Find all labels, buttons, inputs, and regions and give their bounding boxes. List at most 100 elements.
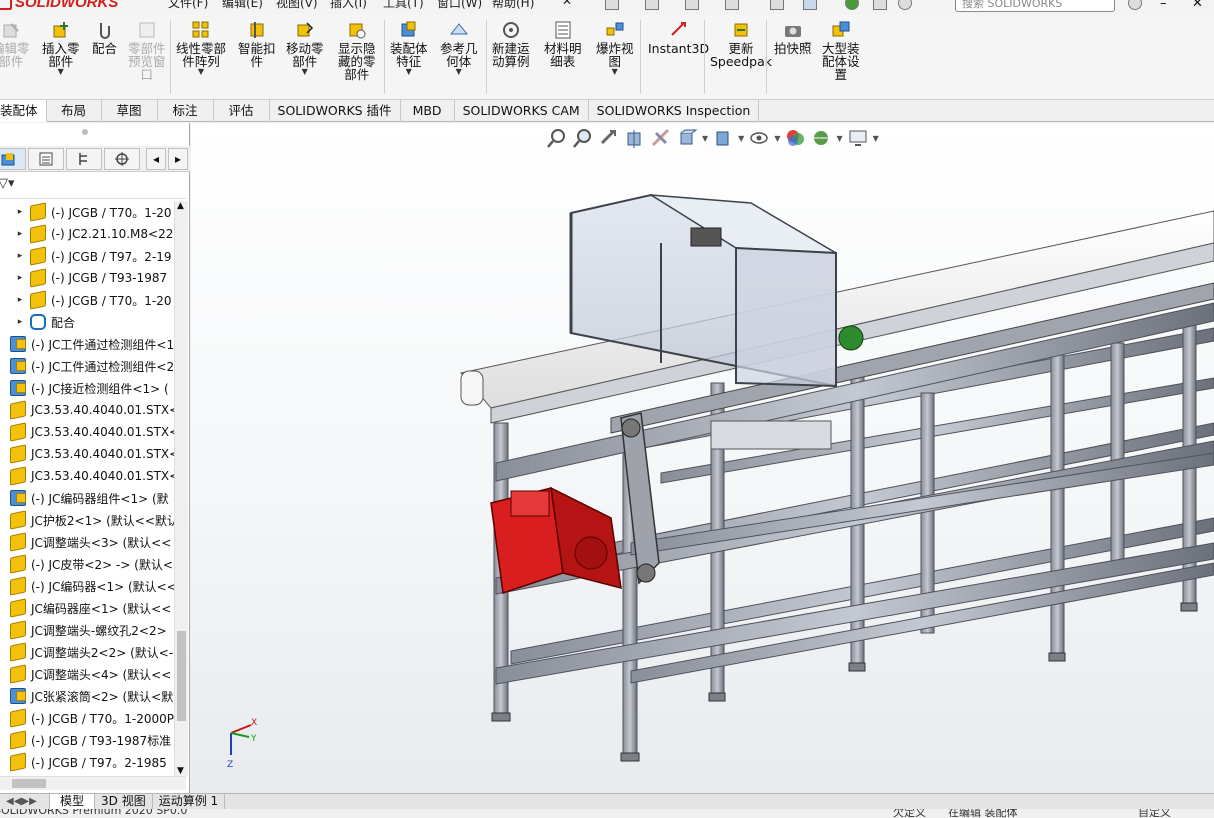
search-input[interactable]: 搜索 SOLIDWORKS	[955, 0, 1115, 12]
assembly-feature-button[interactable]: 装配体 特征 ▼	[390, 20, 428, 76]
tree-item[interactable]: (-) JC接近检测组件<1> (	[10, 377, 169, 399]
tree-item[interactable]: (-) JCGB / T97。2-1985	[10, 751, 167, 773]
filter-icon[interactable]: ▽▾	[0, 176, 15, 191]
menu-edit[interactable]: 编辑(E)	[222, 0, 263, 11]
component-preview-button[interactable]: 零部件 预览窗 口	[128, 20, 166, 81]
feature-tree-tab-icon[interactable]	[0, 148, 26, 170]
tab-3d-view[interactable]: 3D 视图	[95, 793, 153, 810]
tree-item[interactable]: (-) JC工件通过检测组件<2	[10, 355, 174, 377]
exploded-view-button[interactable]: 爆炸视 图 ▼	[596, 20, 634, 76]
tree-item[interactable]: JC3.53.40.4040.01.STX<	[10, 465, 176, 487]
scroll-thumb[interactable]	[177, 631, 186, 721]
tab-model[interactable]: 模型	[50, 793, 96, 810]
scroll-up-icon[interactable]: ▲	[177, 201, 184, 211]
expand-arrow-icon[interactable]: ▸	[16, 207, 24, 217]
smart-fastener-button[interactable]: 智能扣 件	[238, 20, 276, 68]
tree-item[interactable]: ▸ (-) JC2.21.10.M8<22	[16, 223, 173, 245]
tab-scroll-arrows-icon[interactable]: ◀◀▶▶	[0, 793, 50, 810]
menu-file[interactable]: 文件(F)	[168, 0, 208, 11]
tree-item[interactable]: ▸ (-) JCGB / T93-1987	[16, 267, 167, 289]
save-icon[interactable]	[685, 0, 699, 10]
chevron-down-icon[interactable]: ▼	[198, 68, 204, 76]
file-properties-icon[interactable]	[873, 0, 887, 10]
tree-item[interactable]: JC调整端头<3> (默认<<	[10, 531, 171, 553]
tree-item[interactable]: ▸ (-) JCGB / T70。1-20	[16, 289, 171, 311]
chevron-down-icon[interactable]: ▼	[406, 68, 412, 76]
tree-horizontal-scrollbar[interactable]	[0, 776, 186, 790]
conveyor-3d-model[interactable]: Z X Y	[191, 123, 1214, 793]
tab-mbd[interactable]: MBD	[401, 100, 455, 122]
tree-item[interactable]: JC3.53.40.4040.01.STX<	[10, 421, 176, 443]
tree-item[interactable]: (-) JC编码器<1> (默认<<	[10, 575, 176, 597]
chevron-down-icon[interactable]: ▼	[302, 68, 308, 76]
tabs-scroll-left-icon[interactable]: ◂	[146, 148, 166, 170]
tree-item[interactable]: JC3.53.40.4040.01.STX<	[10, 443, 176, 465]
instant3d-button[interactable]: Instant3D	[648, 20, 709, 55]
tree-item[interactable]: JC调整端头<4> (默认<<	[10, 663, 171, 685]
new-motion-study-button[interactable]: 新建运 动算例	[492, 20, 530, 68]
tree-item[interactable]: JC张紧滚筒<2> (默认<默	[10, 685, 173, 707]
menu-view[interactable]: 视图(V)	[276, 0, 318, 11]
pin-icon[interactable]: ✕	[562, 0, 572, 8]
tab-layout[interactable]: 布局	[47, 100, 102, 122]
tree-item[interactable]: (-) JCGB / T70。1-2000P	[10, 707, 174, 729]
linear-pattern-button[interactable]: 线性零部 件阵列 ▼	[176, 20, 226, 76]
tree-item[interactable]: (-) JC工件通过检测组件<1	[10, 333, 174, 355]
new-document-icon[interactable]	[605, 0, 619, 10]
tree-item[interactable]: JC调整端头2<2> (默认<-	[10, 641, 173, 663]
tree-item[interactable]: JC调整端头-螺纹孔2<2>	[10, 619, 167, 641]
menu-insert[interactable]: 插入(I)	[330, 0, 367, 11]
tree-item[interactable]: (-) JC编码器组件<1> (默	[10, 487, 169, 509]
tab-assembly[interactable]: 装配体	[0, 100, 47, 122]
tree-vertical-scrollbar[interactable]: ▲ ▼	[174, 201, 188, 776]
expand-arrow-icon[interactable]: ▸	[16, 295, 24, 305]
tree-item[interactable]: ▸ (-) JCGB / T97。2-19	[16, 245, 171, 267]
user-icon[interactable]	[1128, 0, 1142, 10]
tree-item[interactable]: ▸ (-) JCGB / T70。1-20	[16, 201, 171, 223]
tab-sketch[interactable]: 草图	[102, 100, 158, 122]
minimize-icon[interactable]: –	[1160, 0, 1174, 11]
reference-geometry-button[interactable]: 参考几 何体 ▼	[440, 20, 478, 76]
rebuild-icon[interactable]	[845, 0, 859, 10]
tree-item[interactable]: JC编码器座<1> (默认<<	[10, 597, 171, 619]
tab-solidworks-cam[interactable]: SOLIDWORKS CAM	[455, 100, 589, 122]
tree-item[interactable]: (-) JC皮带<2> -> (默认<	[10, 553, 173, 575]
open-icon[interactable]	[645, 0, 659, 10]
expand-arrow-icon[interactable]: ▸	[16, 317, 24, 327]
take-snapshot-button[interactable]: 拍快照	[774, 20, 812, 55]
status-units[interactable]: 自定义	[1138, 809, 1171, 818]
large-assembly-settings-button[interactable]: 大型装 配体设 置	[822, 20, 860, 81]
tree-item[interactable]: (-) JCGB / T93-1987标准	[10, 729, 171, 751]
select-icon[interactable]	[803, 0, 817, 10]
tab-markup[interactable]: 标注	[158, 100, 214, 122]
close-icon[interactable]: ✕	[1192, 0, 1206, 11]
menu-tools[interactable]: 工具(T)	[383, 0, 424, 11]
panel-grip-icon[interactable]	[82, 129, 88, 135]
undo-icon[interactable]	[770, 0, 784, 10]
print-icon[interactable]	[725, 0, 739, 10]
scroll-down-icon[interactable]: ▼	[177, 766, 184, 776]
update-speedpak-button[interactable]: 更新 Speedpak	[710, 20, 772, 68]
tab-solidworks-addins[interactable]: SOLIDWORKS 插件	[270, 100, 401, 122]
menu-window[interactable]: 窗口(W)	[437, 0, 482, 11]
expand-arrow-icon[interactable]: ▸	[16, 273, 24, 283]
tab-evaluate[interactable]: 评估	[214, 100, 270, 122]
tab-solidworks-inspection[interactable]: SOLIDWORKS Inspection	[589, 100, 760, 122]
tree-item[interactable]: JC3.53.40.4040.01.STX<	[10, 399, 176, 421]
tabs-scroll-right-icon[interactable]: ▸	[168, 148, 188, 170]
tree-item[interactable]: JC护板2<1> (默认<<默认	[10, 509, 176, 531]
tree-item[interactable]: ▸ 配合	[16, 311, 75, 333]
expand-arrow-icon[interactable]: ▸	[16, 251, 24, 261]
show-hidden-button[interactable]: 显示隐 藏的零 部件	[338, 20, 376, 81]
insert-component-button[interactable]: 插入零 部件 ▼	[42, 20, 80, 76]
menu-help[interactable]: 帮助(H)	[492, 0, 534, 11]
chevron-down-icon[interactable]: ▼	[456, 68, 462, 76]
options-gear-icon[interactable]	[898, 0, 912, 10]
mate-button[interactable]: 配合	[92, 20, 117, 55]
dimxpert-tab-icon[interactable]	[104, 148, 140, 170]
solidworks-logo[interactable]: SOLIDWORKS	[0, 0, 118, 11]
edit-component-button[interactable]: 编辑零 部件	[0, 20, 30, 68]
move-component-button[interactable]: 移动零 部件 ▼	[286, 20, 324, 76]
configuration-manager-tab-icon[interactable]	[66, 148, 102, 170]
scroll-thumb[interactable]	[12, 779, 46, 788]
